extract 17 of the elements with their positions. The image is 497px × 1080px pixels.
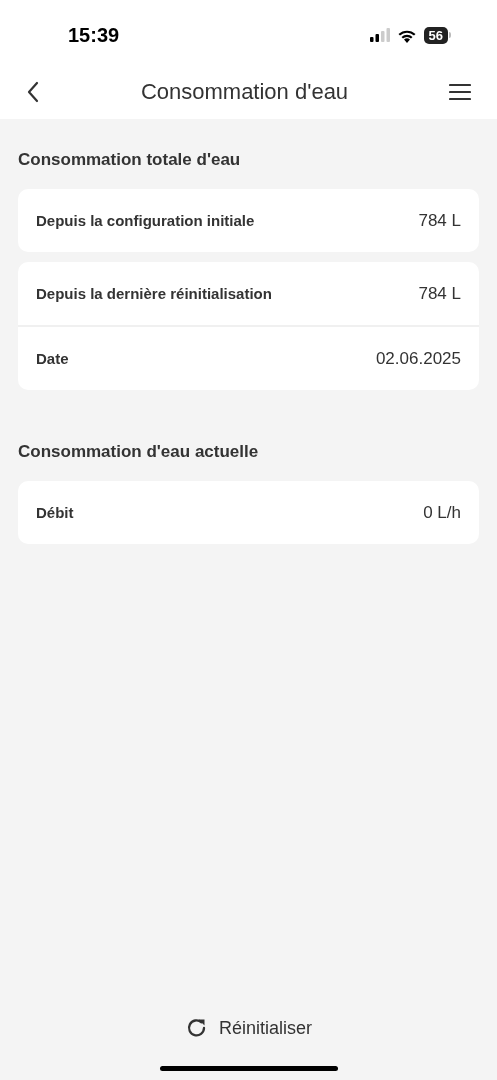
row-value: 784 L [418,210,461,231]
battery-icon: 56 [423,26,451,44]
status-time: 15:39 [68,23,120,47]
back-button[interactable] [26,80,40,103]
row-value: 02.06.2025 [375,348,461,369]
row-label: Depuis la configuration initiale [36,212,255,229]
row-label: Débit [36,504,74,521]
reset-button[interactable]: Réinitialiser [184,1016,312,1040]
row-value: 0 L/h [423,502,461,523]
section-heading: Consommation d'eau actuelle [18,442,260,462]
menu-button[interactable] [449,82,471,101]
row-label: Date [36,350,69,367]
row-value: 784 L [418,283,461,304]
section-heading: Consommation totale d'eau [18,150,242,170]
page-title: Consommation d'eau [140,78,349,105]
signal-icon [369,28,390,42]
row-label: Depuis la dernière réinitialisation [36,285,272,302]
